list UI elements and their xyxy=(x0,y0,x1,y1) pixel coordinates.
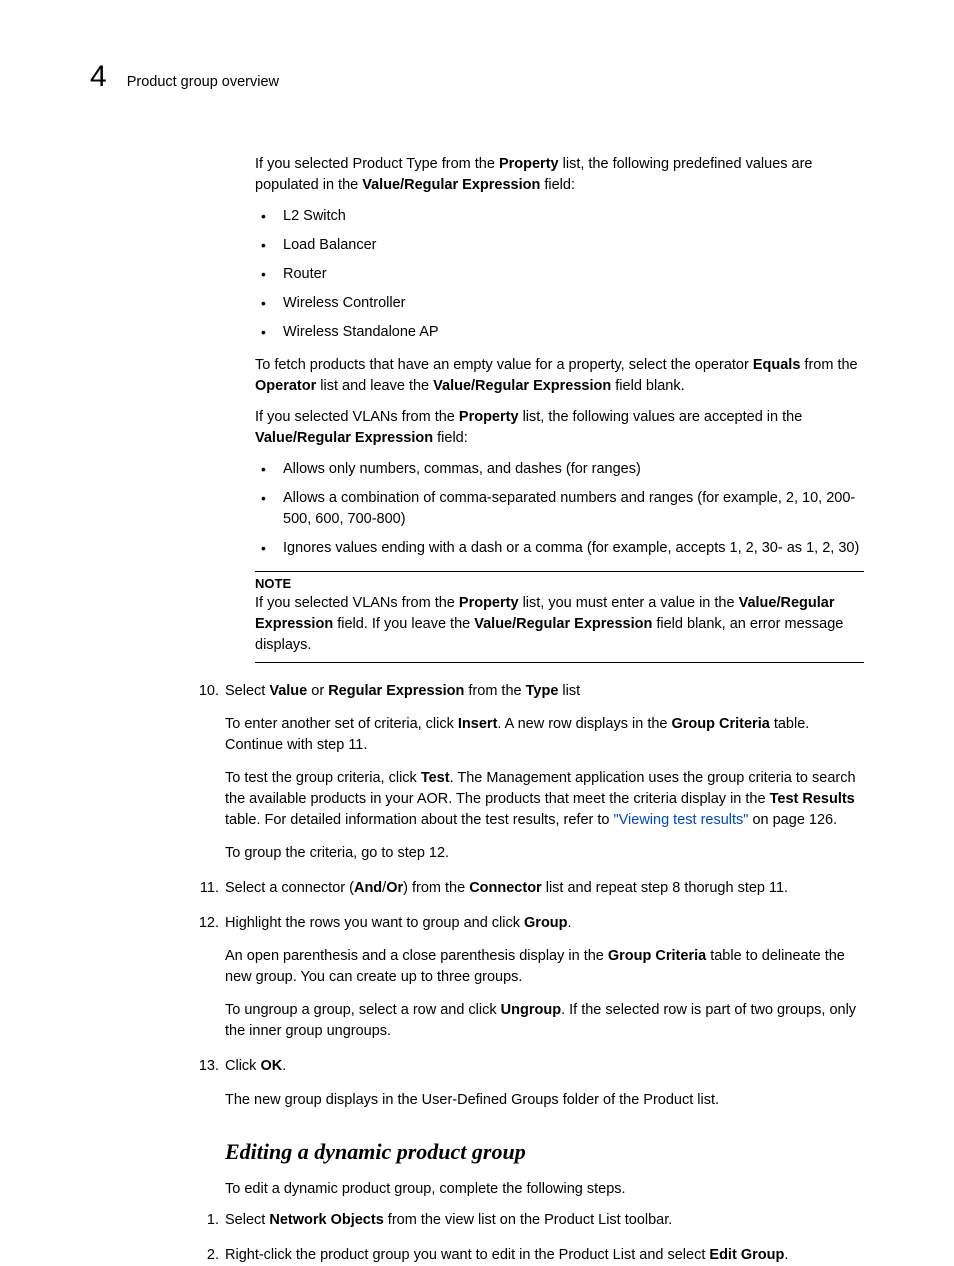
page-header: 4 Product group overview xyxy=(90,60,864,94)
note-body: If you selected VLANs from the Property … xyxy=(255,593,864,656)
chapter-number: 4 xyxy=(90,60,107,94)
paragraph: If you selected Product Type from the Pr… xyxy=(255,154,864,196)
step-body: Right-click the product group you want t… xyxy=(225,1245,864,1266)
step-2: 2. Right-click the product group you wan… xyxy=(225,1245,864,1266)
note-label: NOTE xyxy=(255,576,864,591)
step-number: 1. xyxy=(197,1210,225,1231)
list-item: Wireless Controller xyxy=(255,293,864,314)
chapter-title: Product group overview xyxy=(127,74,279,90)
bullet-list: L2 Switch Load Balancer Router Wireless … xyxy=(255,206,864,343)
step-body: Highlight the rows you want to group and… xyxy=(225,913,864,1042)
step-number: 12. xyxy=(197,913,225,934)
list-item: Router xyxy=(255,264,864,285)
step-number: 10. xyxy=(197,681,225,702)
list-item: Ignores values ending with a dash or a c… xyxy=(255,538,864,559)
list-item: Allows a combination of comma-separated … xyxy=(255,488,864,530)
step-13: 13. Click OK. The new group displays in … xyxy=(225,1056,864,1110)
document-page: 4 Product group overview If you selected… xyxy=(0,0,954,1235)
step-body: Select a connector (And/Or) from the Con… xyxy=(225,878,864,899)
step-12: 12. Highlight the rows you want to group… xyxy=(225,913,864,1042)
paragraph: If you selected VLANs from the Property … xyxy=(255,407,864,449)
list-item: L2 Switch xyxy=(255,206,864,227)
step-1: 1. Select Network Objects from the view … xyxy=(225,1210,864,1231)
step-number: 2. xyxy=(197,1245,225,1266)
step-11: 11. Select a connector (And/Or) from the… xyxy=(225,878,864,899)
paragraph: To fetch products that have an empty val… xyxy=(255,355,864,397)
main-content: If you selected Product Type from the Pr… xyxy=(255,154,864,663)
heading-2: Editing a dynamic product group xyxy=(225,1139,864,1165)
ordered-steps: 1. Select Network Objects from the view … xyxy=(225,1210,864,1266)
steps-content: 10. Select Value or Regular Expression f… xyxy=(225,681,864,1110)
list-item: Load Balancer xyxy=(255,235,864,256)
step-10: 10. Select Value or Regular Expression f… xyxy=(225,681,864,864)
xref-link[interactable]: "Viewing test results" xyxy=(613,812,748,828)
step-number: 13. xyxy=(197,1056,225,1077)
step-body: Select Network Objects from the view lis… xyxy=(225,1210,864,1231)
step-body: Select Value or Regular Expression from … xyxy=(225,681,864,864)
step-number: 11. xyxy=(197,878,225,899)
note-block: NOTE If you selected VLANs from the Prop… xyxy=(255,571,864,663)
ordered-steps: 10. Select Value or Regular Expression f… xyxy=(225,681,864,1110)
list-item: Allows only numbers, commas, and dashes … xyxy=(255,459,864,480)
step-body: Click OK. The new group displays in the … xyxy=(225,1056,864,1110)
section-editing: Editing a dynamic product group To edit … xyxy=(225,1139,864,1266)
paragraph: To edit a dynamic product group, complet… xyxy=(225,1179,864,1200)
list-item: Wireless Standalone AP xyxy=(255,322,864,343)
bullet-list: Allows only numbers, commas, and dashes … xyxy=(255,459,864,559)
